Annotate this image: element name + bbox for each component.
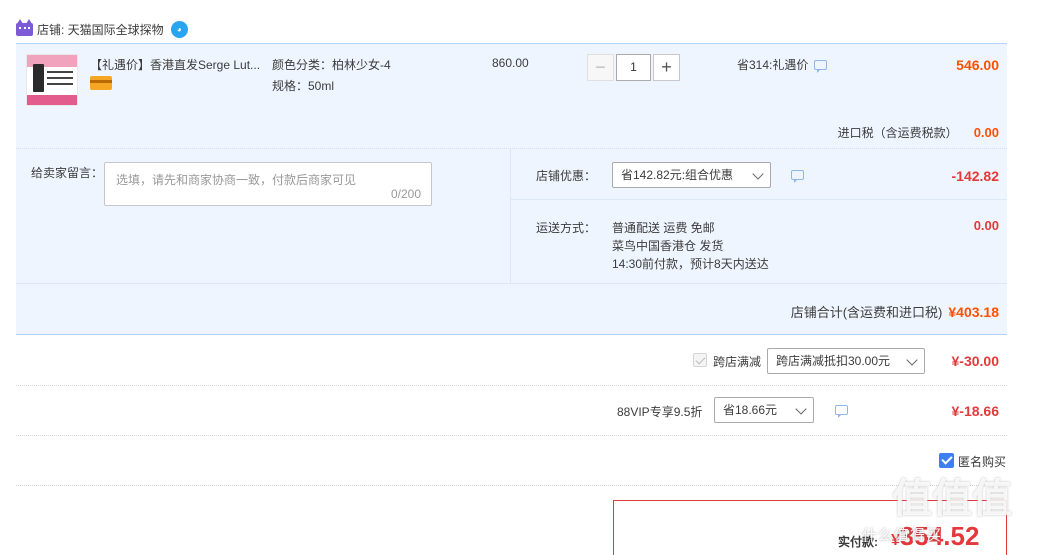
memo-placeholder: 选填，请先和商家协商一致，付款后商家可见 (116, 173, 357, 187)
shop-header: 店铺: 天猫国际全球探物 ◕ (16, 18, 188, 40)
cross-shop-value: ¥-30.00 (951, 353, 999, 369)
anonymous-row: 匿名购买 (16, 436, 1007, 486)
message-icon[interactable] (814, 59, 828, 73)
import-tax-label: 进口税（含运费税款） (837, 126, 958, 140)
qty-decrease-button[interactable]: − (587, 54, 614, 81)
item-total: 546.00 (956, 57, 999, 73)
cart-item: 【礼遇价】香港直发Serge Lut... 颜色分类：柏林少女-4 规格：50m… (16, 43, 1007, 148)
shipping-warehouse: 菜鸟中国香港仓 发货 (612, 239, 724, 253)
watermark-text: 值值值 (892, 477, 1012, 521)
message-icon[interactable] (835, 405, 848, 418)
cross-shop-label: 跨店满减 (713, 355, 762, 369)
sku-spec: 规格：50ml (272, 79, 335, 93)
shop-name[interactable]: 店铺: 天猫国际全球探物 (37, 21, 164, 38)
shipping-method: 普通配送 运费 免邮 (612, 221, 715, 235)
divider (510, 199, 1007, 200)
shop-discount-select[interactable]: 省142.82元:组合优惠 (612, 162, 771, 188)
shop-total-value: ¥403.18 (948, 303, 999, 320)
cross-shop-select[interactable]: 跨店满减抵扣30.00元 (767, 348, 925, 374)
shop-total-row: 店铺合计(含运费和进口税) ¥403.18 (791, 302, 999, 321)
item-discount-note: 省314:礼遇价 (737, 56, 828, 73)
qty-increase-button[interactable]: + (653, 54, 680, 81)
quantity-stepper: − 1 + (587, 54, 680, 81)
vip-value: ¥-18.66 (951, 403, 999, 419)
order-options: 给卖家留言： 选填，请先和商家协商一致，付款后商家可见 0/200 店铺优惠： … (16, 148, 1007, 335)
product-thumbnail[interactable] (26, 54, 78, 106)
seller-memo-input[interactable]: 选填，请先和商家协商一致，付款后商家可见 0/200 (104, 162, 432, 206)
qty-input[interactable]: 1 (616, 54, 651, 81)
vip-selected: 省18.66元 (723, 403, 778, 417)
cross-shop-checkbox[interactable] (693, 353, 707, 367)
watermark-url: 什么值得买 (862, 527, 943, 544)
shop-discount-selected: 省142.82元:组合优惠 (621, 168, 734, 182)
tmall-cat-icon (16, 18, 33, 36)
unit-price: 860.00 (492, 56, 529, 70)
cross-shop-discount-row: 跨店满减 跨店满减抵扣30.00元 ¥-30.00 (16, 336, 1007, 386)
divider (16, 283, 1007, 284)
chevron-down-icon (795, 403, 807, 415)
shipping-value: 0.00 (973, 218, 999, 233)
divider (510, 149, 511, 283)
vip-label: 88VIP专享9.5折 (617, 405, 703, 419)
wangwang-chat-icon[interactable]: ◕ (170, 20, 188, 38)
vip-select[interactable]: 省18.66元 (714, 397, 814, 423)
shipping-label: 运送方式： (536, 221, 597, 235)
import-tax-value: 0.00 (973, 125, 999, 140)
import-tax-row: 进口税（含运费税款） 0.00 (838, 124, 999, 141)
cross-shop-selected: 跨店满减抵扣30.00元 (776, 354, 891, 368)
shop-discount-value: -142.82 (951, 168, 999, 184)
credit-card-icon (90, 76, 112, 90)
shipping-details: 普通配送 运费 免邮 菜鸟中国香港仓 发货 14:30前付款，预计8天内送达 (612, 219, 769, 273)
vip-discount-row: 88VIP专享9.5折 省18.66元 ¥-18.66 (16, 386, 1007, 436)
product-title[interactable]: 【礼遇价】香港直发Serge Lut... (90, 56, 260, 73)
memo-char-count: 0/200 (390, 187, 421, 201)
shipping-eta: 14:30前付款，预计8天内送达 (612, 257, 769, 271)
shop-total-label: 店铺合计(含运费和进口税) (790, 305, 943, 320)
chevron-down-icon (752, 168, 764, 180)
sku-color: 颜色分类：柏林少女-4 (272, 58, 391, 72)
chevron-down-icon (906, 354, 918, 366)
message-icon[interactable] (791, 170, 804, 183)
watermark-logo: 值值值 (892, 466, 1012, 524)
shop-discount-label: 店铺优惠： (536, 169, 597, 183)
item-discount-text: 省314:礼遇价 (737, 58, 809, 72)
memo-label: 给卖家留言： (31, 166, 104, 180)
